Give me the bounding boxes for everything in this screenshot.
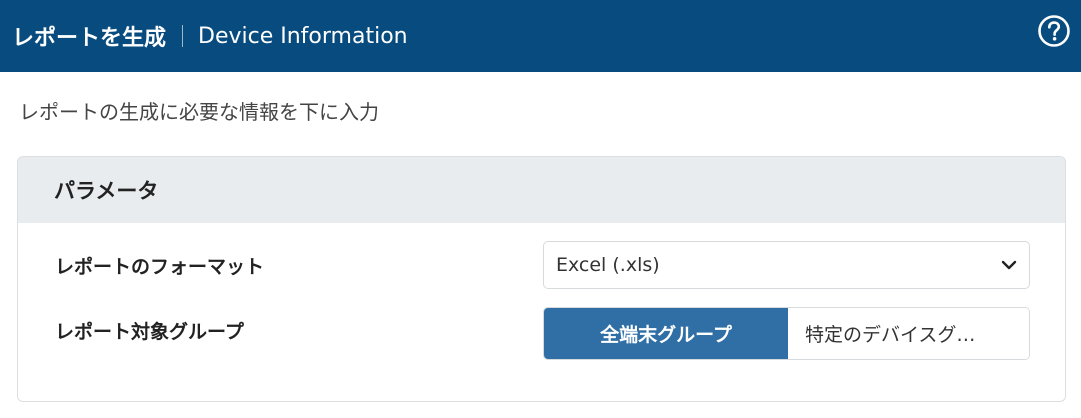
parameters-panel: パラメータ レポートのフォーマット Excel (.xls) レポート対象グルー… [17, 156, 1066, 402]
help-circle-icon [1038, 15, 1070, 47]
app-header: レポートを生成 Device Information [0, 0, 1081, 72]
target-group-toggle: 全端末グループ 特定のデバイスグ… [543, 307, 1030, 360]
option-specific-device-group[interactable]: 特定のデバイスグ… [788, 308, 1029, 359]
target-group-label: レポート対象グループ [55, 321, 244, 343]
panel-title: パラメータ [18, 157, 1065, 223]
title-divider [182, 25, 184, 47]
page-subtitle: Device Information [198, 23, 408, 49]
page-title: レポートを生成 [12, 26, 167, 51]
option-all-device-groups[interactable]: 全端末グループ [544, 308, 788, 359]
format-selected-value: Excel (.xls) [556, 254, 660, 276]
format-select[interactable]: Excel (.xls) [543, 241, 1030, 289]
format-label: レポートのフォーマット [55, 256, 265, 278]
chevron-down-icon [1001, 260, 1017, 270]
intro-text: レポートの生成に必要な情報を下に入力 [19, 100, 379, 124]
help-button[interactable] [1037, 14, 1071, 48]
